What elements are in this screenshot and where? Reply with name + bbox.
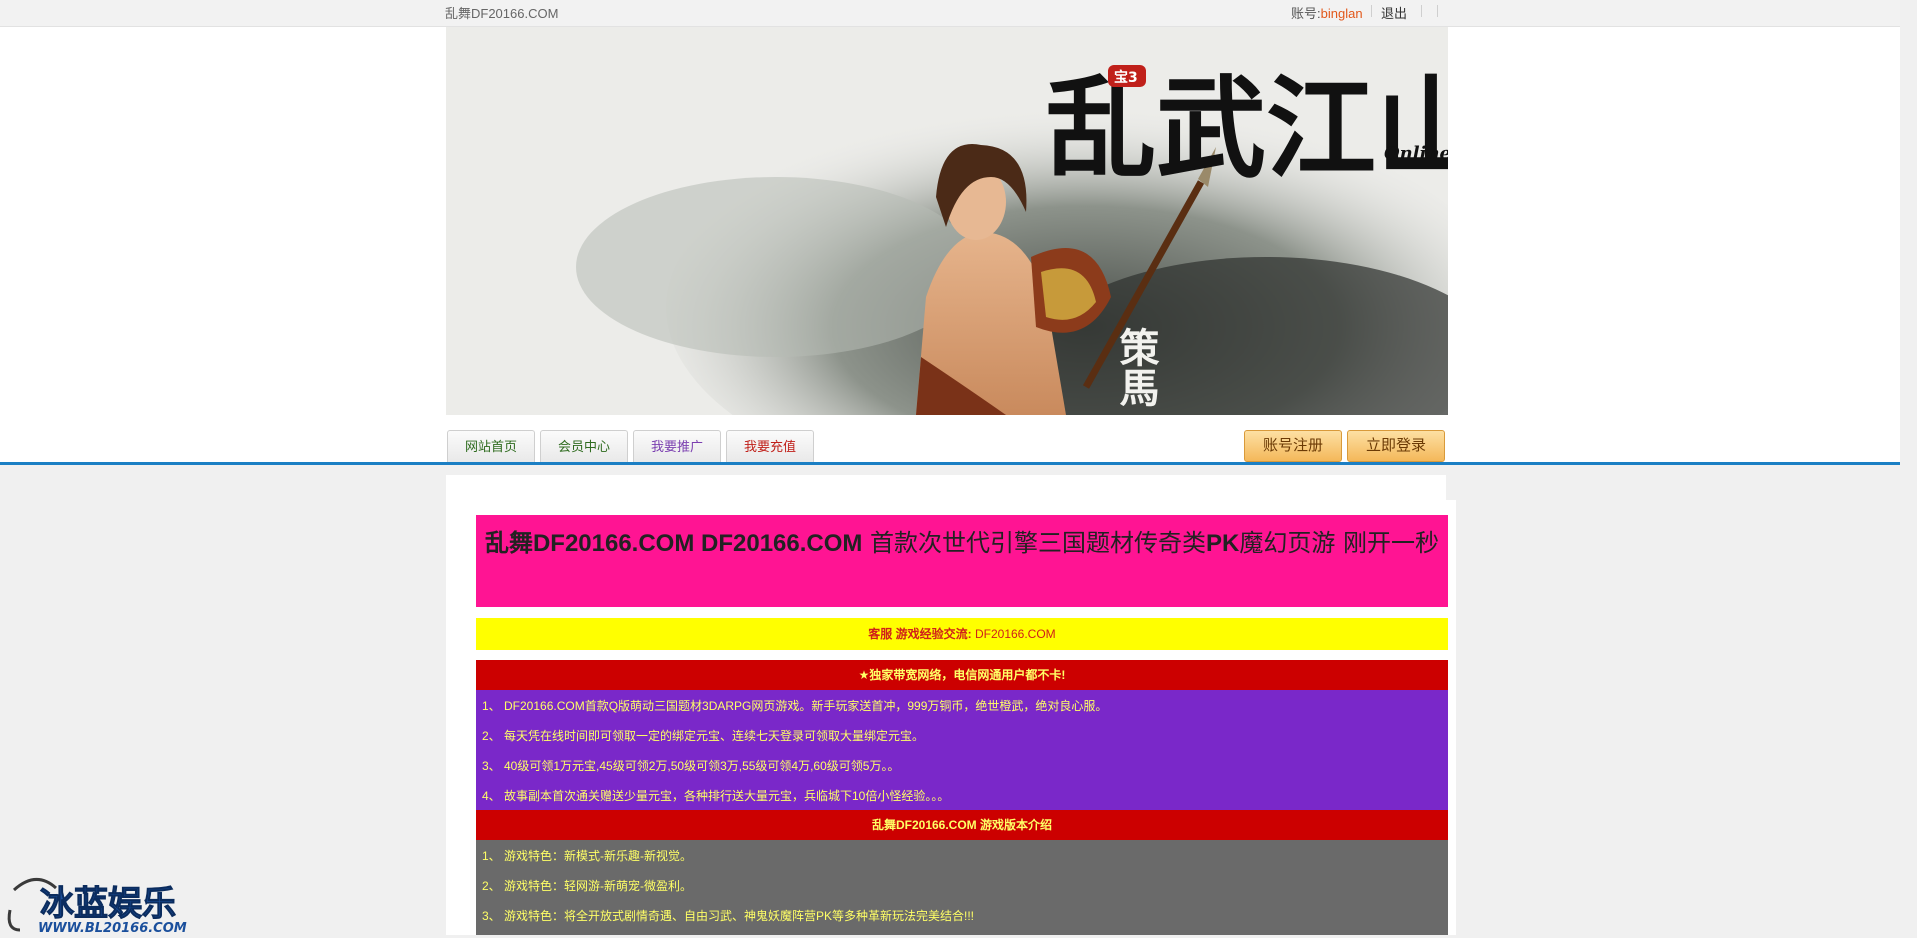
register-button[interactable]: 账号注册 xyxy=(1244,430,1342,462)
watermark-logo: 冰蓝娱乐 WWW.BL20166.COM xyxy=(6,870,206,936)
login-button[interactable]: 立即登录 xyxy=(1347,430,1445,462)
version-item: 3、 游戏特色：将全开放式剧情奇遇、自由习武、神鬼妖魔阵营PK等多种革新玩法完美… xyxy=(482,909,975,923)
account-info: 账号:binglan xyxy=(1291,3,1363,22)
nav-tab-promote[interactable]: 我要推广 xyxy=(633,430,721,462)
feature-item: 1、 DF20166.COM首款Q版萌动三国题材3DARPG网页游戏。新手玩家送… xyxy=(482,699,1108,713)
logout-link[interactable]: 退出 xyxy=(1381,3,1407,22)
banner-artwork: 乱武江山 宝3 Online 策馬 xyxy=(446,27,1448,415)
site-name: 乱舞DF20166.COM xyxy=(445,6,559,21)
banner-badge: 宝3 xyxy=(1114,69,1138,86)
version-item: 2、 游戏特色：轻网游-新萌宠-微盈利。 xyxy=(482,879,693,893)
banner-title: 乱武江山 xyxy=(1046,64,1448,193)
banner: 乱武江山 宝3 Online 策馬 xyxy=(446,27,1448,415)
svg-text:乱武江山: 乱武江山 xyxy=(1046,64,1448,193)
feature-item: 2、 每天凭在线时间即可领取一定的绑定元宝、连续七天登录可领取大量绑定元宝。 xyxy=(482,729,925,743)
nav-tab-home[interactable]: 网站首页 xyxy=(447,430,535,462)
title-tail: 魔幻页游 刚开一秒 xyxy=(1239,529,1440,557)
banner-vertical-text: 策馬 xyxy=(1113,327,1160,407)
top-bar: 乱舞DF20166.COM 账号:binglan 退出 xyxy=(0,0,1900,27)
watermark-url: WWW.BL20166.COM xyxy=(38,921,187,935)
divider xyxy=(1421,5,1422,17)
feature-item: 3、 40级可领1万元宝,45级可领2万,50级可领3万,55级可领4万,60级… xyxy=(482,759,900,773)
version-item: 1、 游戏特色：新模式-新乐趣-新视觉。 xyxy=(482,849,693,863)
announcement-title: 乱舞DF20166.COM DF20166.COM 首款次世代引擎三国题材传奇类… xyxy=(476,515,1448,607)
section-header-features: ★独家带宽网络，电信网通用户都不卡! xyxy=(476,660,1448,690)
nav-divider xyxy=(0,462,1900,465)
service-bar: 客服 游戏经验交流: DF20166.COM xyxy=(476,618,1448,650)
watermark-brand: 冰蓝娱乐 xyxy=(40,884,176,924)
section-header-version: 乱舞DF20166.COM 游戏版本介绍 xyxy=(476,810,1448,840)
username-link[interactable]: binglan xyxy=(1321,6,1363,21)
divider xyxy=(1371,5,1372,17)
feature-item: 4、 故事副本首次通关赠送少量元宝，各种排行送大量元宝，兵临城下10倍小怪经验。… xyxy=(482,789,950,803)
account-label: 账号: xyxy=(1291,6,1321,21)
nav-tab-recharge[interactable]: 我要充值 xyxy=(726,430,814,462)
title-mid: 首款次世代引擎三国题材传奇类 xyxy=(870,529,1207,557)
service-label: 客服 游戏经验交流: xyxy=(868,627,972,641)
service-link[interactable]: DF20166.COM xyxy=(975,627,1056,641)
divider xyxy=(1437,5,1438,17)
title-bold: 乱舞DF20166.COM DF20166.COM xyxy=(484,530,863,557)
title-bold2: PK xyxy=(1206,530,1240,557)
banner-subtitle: Online xyxy=(1384,143,1448,164)
nav-tab-member-center[interactable]: 会员中心 xyxy=(540,430,628,462)
